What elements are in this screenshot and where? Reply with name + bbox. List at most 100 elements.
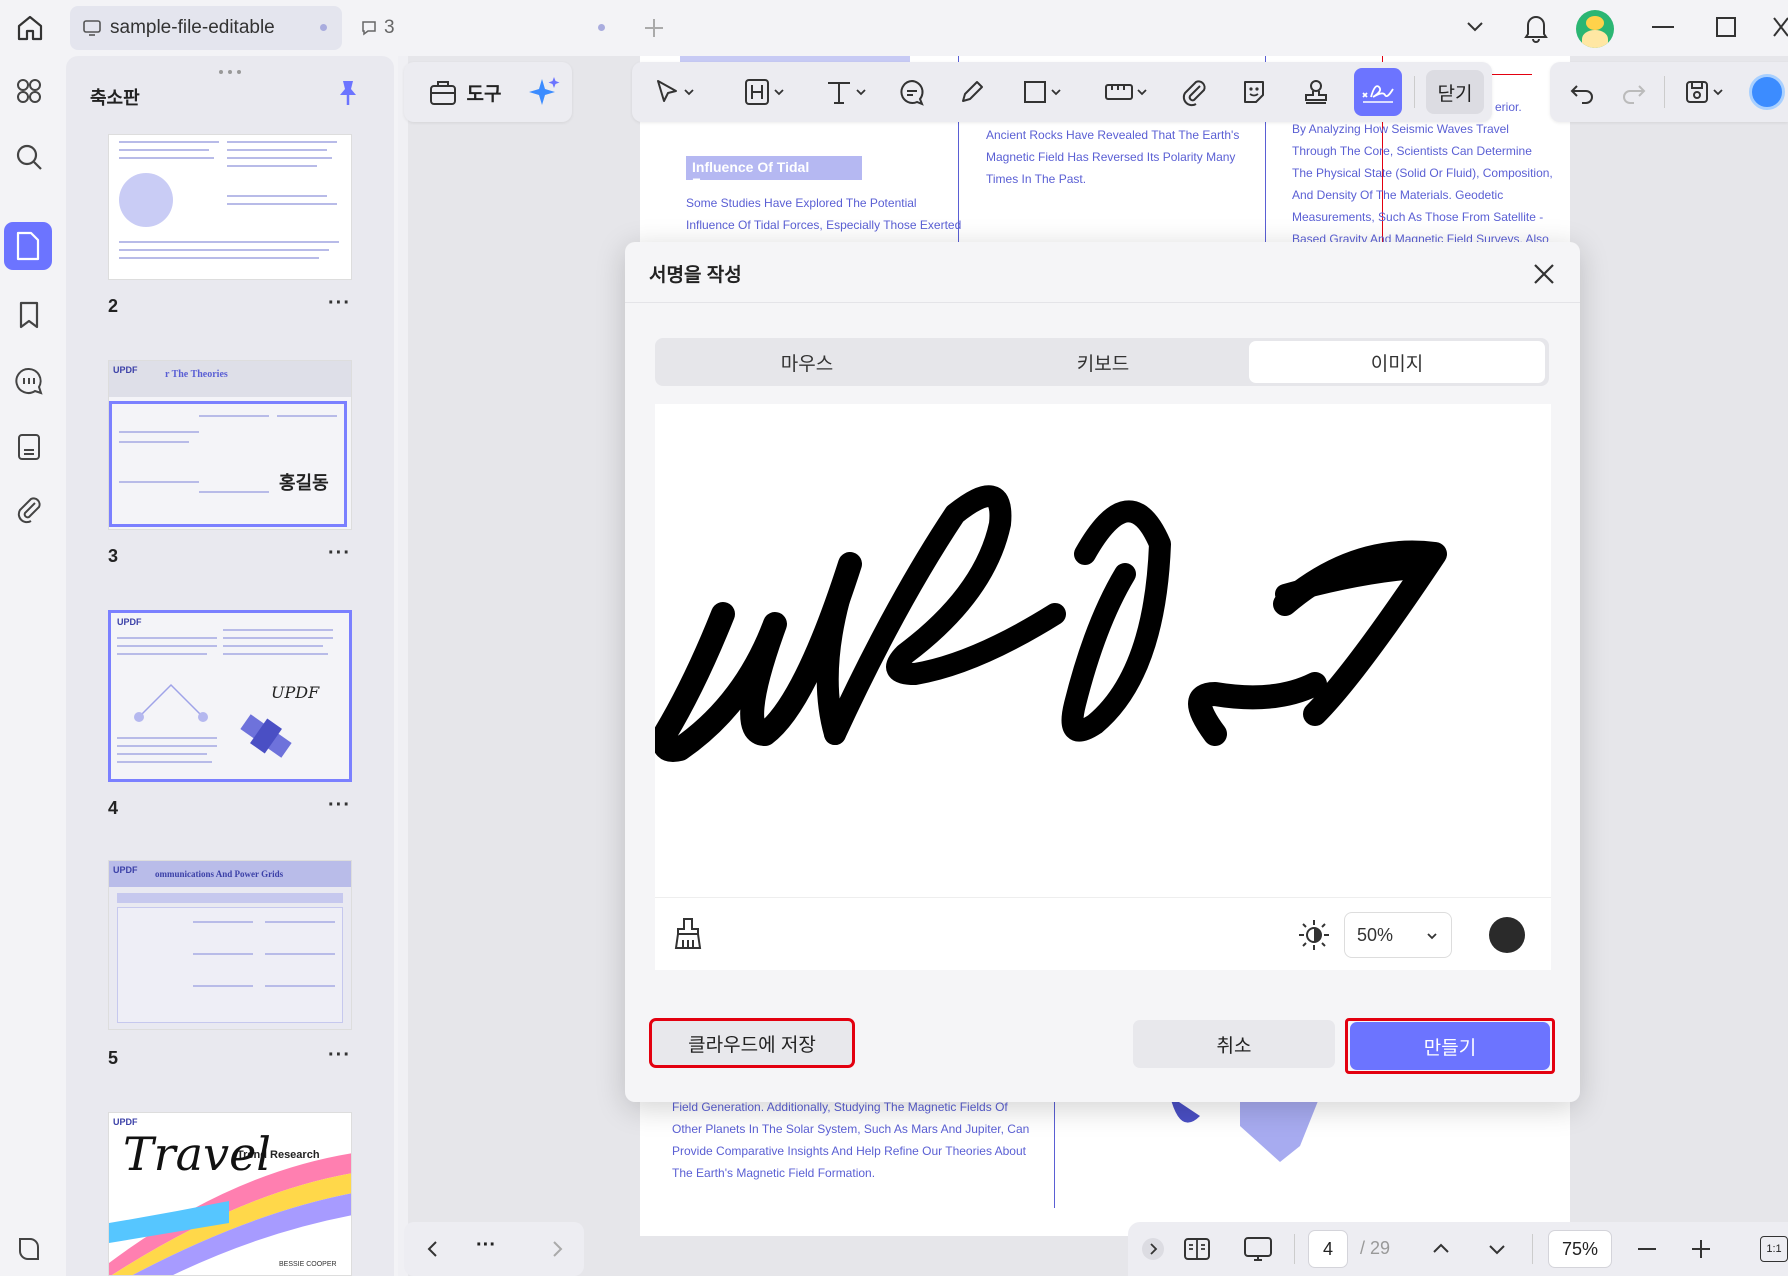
tab-image[interactable]: 이미지 bbox=[1249, 341, 1545, 383]
chevron-down-icon[interactable] bbox=[1484, 1236, 1510, 1262]
attach-tool[interactable] bbox=[1172, 62, 1216, 122]
chevron-down-icon[interactable] bbox=[1462, 14, 1488, 40]
avatar[interactable] bbox=[1576, 10, 1614, 48]
thumbnail-page-6[interactable]: UPDF Trend Research Travel BESSIE COOPER bbox=[108, 1112, 352, 1276]
thumb-title: ommunications And Power Grids bbox=[155, 869, 284, 879]
pencil-icon bbox=[962, 81, 983, 102]
unsaved-dot bbox=[320, 24, 327, 31]
tab-comments[interactable]: 3 bbox=[352, 6, 612, 50]
doc-bottom-line: Provide Comparative Insights And Help Re… bbox=[672, 1144, 1026, 1158]
save-to-cloud-button[interactable]: 클라우드에 저장 bbox=[649, 1018, 855, 1068]
more-button[interactable]: ··· bbox=[328, 1044, 351, 1067]
ink-color-picker[interactable] bbox=[1489, 917, 1525, 953]
thumbnail-page-4[interactable]: UPDF UPDF bbox=[108, 610, 352, 782]
expand-icon[interactable] bbox=[1142, 1238, 1164, 1260]
doc-col2-line: Ancient Rocks Have Revealed That The Ear… bbox=[986, 128, 1240, 142]
create-button[interactable]: 만들기 bbox=[1350, 1022, 1550, 1070]
opacity-select[interactable]: 50% bbox=[1344, 912, 1452, 958]
maximize-icon[interactable] bbox=[1716, 17, 1736, 37]
highlight-tool[interactable] bbox=[734, 62, 794, 122]
shape-tool[interactable] bbox=[1012, 62, 1072, 122]
comments-icon[interactable] bbox=[6, 358, 52, 404]
clear-brush-icon[interactable] bbox=[671, 916, 705, 952]
signature-image bbox=[652, 485, 1447, 762]
cancel-button[interactable]: 취소 bbox=[1133, 1020, 1335, 1068]
brand-logo: UPDF bbox=[113, 365, 138, 375]
thumbnail-page-5[interactable]: UPDF ommunications And Power Grids bbox=[108, 860, 352, 1030]
page-number: 4 bbox=[108, 798, 119, 818]
brand-logo: UPDF bbox=[113, 1117, 138, 1127]
home-icon[interactable] bbox=[12, 10, 48, 46]
zoom-level[interactable]: 75% bbox=[1548, 1230, 1612, 1268]
signature-tool[interactable] bbox=[1354, 68, 1402, 116]
tools-label: 도구 bbox=[466, 83, 502, 105]
drag-handle[interactable] bbox=[218, 62, 242, 74]
handwritten-name: 홍길동 bbox=[279, 473, 329, 494]
save-button[interactable] bbox=[1674, 62, 1734, 122]
more-button[interactable]: ··· bbox=[328, 292, 351, 315]
grid-icon[interactable] bbox=[6, 68, 52, 114]
thumbnails-icon[interactable] bbox=[4, 222, 52, 270]
pencil-tool[interactable] bbox=[950, 62, 994, 122]
page-icon[interactable] bbox=[6, 424, 52, 470]
close-icon[interactable] bbox=[1530, 260, 1558, 288]
orbit-diagram bbox=[134, 683, 208, 722]
signature-canvas[interactable] bbox=[652, 404, 1551, 897]
zoom-out-icon[interactable] bbox=[1638, 1248, 1656, 1250]
ai-sparkle-icon[interactable] bbox=[522, 62, 566, 122]
minimize-icon[interactable] bbox=[1652, 26, 1674, 28]
add-tab-icon[interactable] bbox=[640, 14, 668, 42]
tab-mouse[interactable]: 마우스 bbox=[659, 341, 955, 383]
thumb-title: r The Theories bbox=[165, 369, 228, 380]
stamp-icon bbox=[1305, 80, 1327, 104]
next-page-icon[interactable] bbox=[544, 1236, 570, 1262]
bookmark-icon[interactable] bbox=[6, 292, 52, 338]
stamp-tool[interactable] bbox=[1294, 62, 1338, 122]
page-number: 5 bbox=[108, 1048, 119, 1068]
toolbox-icon bbox=[429, 81, 456, 105]
bell-icon[interactable] bbox=[1520, 10, 1552, 44]
more-button[interactable]: ··· bbox=[328, 794, 351, 817]
ruler-icon bbox=[1105, 84, 1133, 100]
search-icon[interactable] bbox=[6, 134, 52, 180]
attachment-icon[interactable] bbox=[6, 486, 52, 532]
more-button[interactable]: ··· bbox=[328, 542, 351, 565]
opacity-value: 50% bbox=[1357, 924, 1394, 945]
chevron-down-icon bbox=[1051, 89, 1061, 96]
tools-toolbar: 도구 bbox=[404, 62, 572, 122]
layers-icon[interactable] bbox=[6, 1226, 52, 1272]
previous-page-icon[interactable] bbox=[420, 1236, 446, 1262]
pin-icon[interactable] bbox=[336, 78, 360, 108]
page-navigation: ··· bbox=[404, 1222, 584, 1276]
ai-assistant-icon[interactable] bbox=[1746, 62, 1788, 122]
close-window-icon[interactable] bbox=[1772, 14, 1788, 40]
presentation-icon[interactable] bbox=[1242, 1234, 1274, 1264]
chevron-up-icon[interactable] bbox=[1428, 1236, 1454, 1262]
sticker-tool[interactable] bbox=[1232, 62, 1276, 122]
brand-logo: UPDF bbox=[117, 617, 142, 627]
comment-tool[interactable] bbox=[890, 62, 934, 122]
measure-tool[interactable] bbox=[1094, 62, 1158, 122]
tab-sample-file[interactable]: sample-file-editable bbox=[70, 6, 342, 50]
reading-mode-icon[interactable] bbox=[1182, 1234, 1212, 1264]
tools-button[interactable]: 도구 bbox=[414, 62, 514, 122]
page-number: 3 bbox=[108, 546, 119, 566]
text-icon bbox=[828, 82, 850, 104]
tab-keyboard[interactable]: 키보드 bbox=[955, 341, 1251, 383]
close-toolbar-button[interactable]: 닫기 bbox=[1426, 70, 1484, 114]
more-pages-button[interactable]: ··· bbox=[476, 1234, 496, 1257]
thumbnail-page-2[interactable] bbox=[108, 134, 352, 280]
redo-icon[interactable] bbox=[1612, 62, 1656, 122]
dialog-title: 서명을 작성 bbox=[649, 265, 742, 286]
zoom-in-icon[interactable] bbox=[1688, 1236, 1714, 1262]
actual-size-button[interactable]: 1:1 bbox=[1760, 1236, 1788, 1262]
select-tool[interactable] bbox=[644, 62, 704, 122]
page-number-input[interactable]: 4 bbox=[1308, 1230, 1348, 1268]
text-tool[interactable] bbox=[816, 62, 876, 122]
signature-icon bbox=[1362, 85, 1394, 103]
thumbnail-page-3[interactable]: UPDF r The Theories 홍길동 bbox=[108, 360, 352, 530]
comment-icon bbox=[362, 21, 376, 36]
unsaved-dot bbox=[598, 24, 605, 31]
status-bar: 4 / 29 75% 1:1 bbox=[1128, 1222, 1788, 1276]
undo-icon[interactable] bbox=[1560, 62, 1604, 122]
